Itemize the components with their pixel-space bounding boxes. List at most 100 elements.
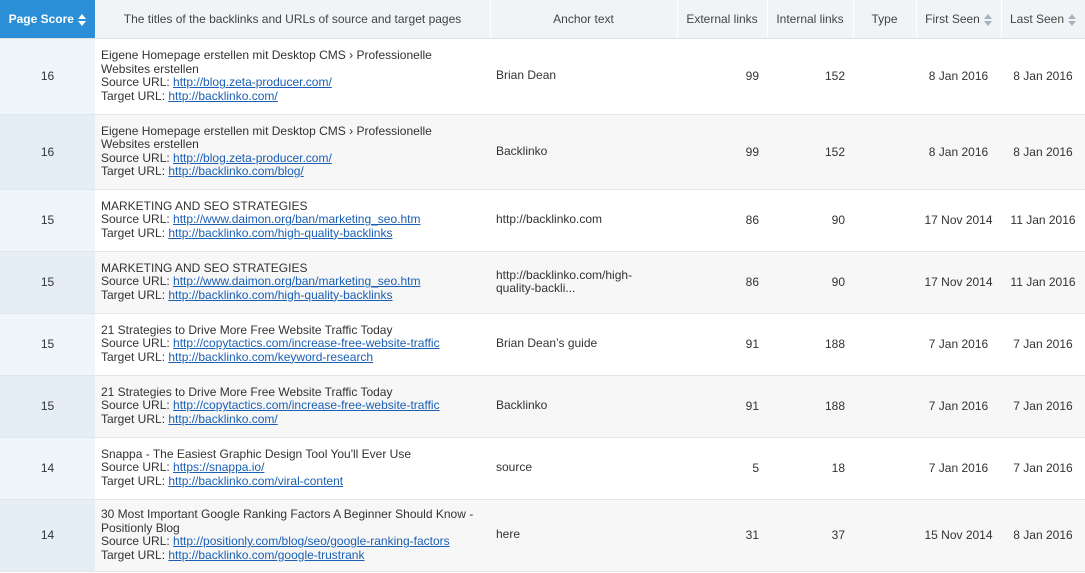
column-header-type: Type bbox=[853, 0, 917, 39]
target-url-label: Target URL: bbox=[101, 225, 169, 240]
page-score-cell: 16 bbox=[0, 114, 95, 190]
backlink-title: Eigene Homepage erstellen mit Desktop CM… bbox=[101, 48, 432, 62]
source-url-link[interactable]: http://copytactics.com/increase-free-web… bbox=[173, 398, 440, 413]
anchor-text-cell: Backlinko bbox=[490, 375, 677, 438]
column-header-label: External links bbox=[686, 11, 758, 26]
target-url-link[interactable]: http://backlinko.com/ bbox=[168, 412, 277, 426]
column-header-titles: The titles of the backlinks and URLs of … bbox=[95, 0, 491, 39]
source-url-link[interactable]: http://www.daimon.org/ban/marketing_seo.… bbox=[173, 212, 420, 227]
target-url-link[interactable]: http://backlinko.com/blog/ bbox=[168, 164, 303, 178]
anchor-text: Brian Dean bbox=[496, 68, 557, 83]
table-row: 15 MARKETING AND SEO STRATEGIES Source U… bbox=[0, 251, 1085, 314]
backlink-title: Snappa - The Easiest Graphic Design Tool… bbox=[101, 446, 412, 461]
source-url-label: Source URL: bbox=[101, 274, 174, 289]
anchor-text-cell: http://backlinko.com bbox=[490, 189, 677, 252]
title-cell: Eigene Homepage erstellen mit Desktop CM… bbox=[95, 38, 490, 115]
target-url-label: Target URL: bbox=[101, 164, 169, 178]
anchor-text-cell: here bbox=[490, 499, 677, 572]
sort-arrows-icon bbox=[77, 13, 86, 26]
column-header-label: Anchor text bbox=[553, 11, 614, 26]
column-header-label: Page Score bbox=[8, 11, 74, 26]
anchor-text-cell: source bbox=[490, 437, 677, 500]
target-url-link[interactable]: http://backlinko.com/high-quality-backli… bbox=[168, 288, 392, 302]
external-links-cell: 91 bbox=[677, 313, 767, 376]
page-score-cell: 14 bbox=[0, 499, 95, 572]
table-body: 16 Eigene Homepage erstellen mit Desktop… bbox=[0, 38, 1085, 572]
last-seen-cell: 11 Jan 2016 bbox=[1001, 251, 1085, 314]
last-seen-cell: 8 Jan 2016 bbox=[1001, 114, 1085, 190]
anchor-text: http://backlinko.com/high- bbox=[496, 267, 633, 282]
column-header-label: The titles of the backlinks and URLs of … bbox=[123, 11, 462, 26]
internal-links-cell: 18 bbox=[767, 437, 853, 500]
type-cell bbox=[853, 313, 916, 376]
target-url-link[interactable]: http://backlinko.com/google-trustrank bbox=[168, 548, 364, 562]
sort-arrows-icon bbox=[983, 13, 992, 26]
source-url-link[interactable]: http://blog.zeta-producer.com/ bbox=[173, 75, 332, 89]
column-header-label: Internal links bbox=[776, 11, 844, 26]
table-row: 15 21 Strategies to Drive More Free Webs… bbox=[0, 375, 1085, 438]
source-url-label: Source URL: bbox=[101, 534, 174, 548]
page-score-cell: 15 bbox=[0, 251, 95, 314]
title-cell: 21 Strategies to Drive More Free Website… bbox=[95, 313, 490, 376]
sort-arrows-icon bbox=[1068, 13, 1077, 26]
column-header-internal-links: Internal links bbox=[767, 0, 854, 39]
backlink-title-continued: Positionly Blog bbox=[101, 520, 180, 535]
target-url-label: Target URL: bbox=[101, 287, 169, 302]
target-url-link[interactable]: http://backlinko.com/high-quality-backli… bbox=[168, 226, 392, 240]
target-url-label: Target URL: bbox=[101, 88, 169, 103]
source-url-link[interactable]: http://www.daimon.org/ban/marketing_seo.… bbox=[173, 274, 420, 289]
target-url-label: Target URL: bbox=[101, 547, 169, 562]
anchor-text: Backlinko bbox=[496, 398, 548, 413]
backlink-title: 21 Strategies to Drive More Free Website… bbox=[101, 322, 393, 337]
title-cell: MARKETING AND SEO STRATEGIES Source URL:… bbox=[95, 189, 490, 252]
first-seen-cell: 7 Jan 2016 bbox=[916, 437, 1001, 500]
target-url-link[interactable]: http://backlinko.com/keyword-research bbox=[168, 350, 373, 364]
external-links-cell: 99 bbox=[677, 114, 767, 190]
last-seen-cell: 8 Jan 2016 bbox=[1001, 38, 1085, 115]
internal-links-cell: 188 bbox=[767, 375, 853, 438]
title-cell: Eigene Homepage erstellen mit Desktop CM… bbox=[95, 114, 490, 190]
title-cell: 21 Strategies to Drive More Free Website… bbox=[95, 375, 490, 438]
type-cell bbox=[853, 251, 916, 314]
target-url-link[interactable]: http://backlinko.com/ bbox=[168, 89, 277, 103]
column-header-page-score[interactable]: Page Score bbox=[0, 0, 96, 39]
anchor-text-cell: http://backlinko.com/high- quality-backl… bbox=[490, 251, 677, 314]
backlink-title: 21 Strategies to Drive More Free Website… bbox=[101, 384, 393, 399]
title-cell: 30 Most Important Google Ranking Factors… bbox=[95, 499, 490, 572]
anchor-text: Backlinko bbox=[496, 143, 548, 158]
type-cell bbox=[853, 189, 916, 252]
first-seen-cell: 7 Jan 2016 bbox=[916, 313, 1001, 376]
source-url-link[interactable]: http://copytactics.com/increase-free-web… bbox=[173, 336, 440, 351]
page-score-cell: 15 bbox=[0, 189, 95, 252]
source-url-label: Source URL: bbox=[101, 150, 174, 165]
table-row: 15 21 Strategies to Drive More Free Webs… bbox=[0, 313, 1085, 376]
table-row: 14 30 Most Important Google Ranking Fact… bbox=[0, 499, 1085, 572]
source-url-label: Source URL: bbox=[101, 75, 174, 89]
first-seen-cell: 15 Nov 2014 bbox=[916, 499, 1001, 572]
column-header-last-seen[interactable]: Last Seen bbox=[1001, 0, 1085, 39]
external-links-cell: 86 bbox=[677, 189, 767, 252]
external-links-cell: 99 bbox=[677, 38, 767, 115]
title-cell: Snappa - The Easiest Graphic Design Tool… bbox=[95, 437, 490, 500]
target-url-link[interactable]: http://backlinko.com/viral-content bbox=[168, 474, 343, 488]
source-url-link[interactable]: http://positionly.com/blog/seo/google-ra… bbox=[173, 534, 450, 548]
last-seen-cell: 7 Jan 2016 bbox=[1001, 375, 1085, 438]
table-header: Page Score The titles of the backlinks a… bbox=[0, 0, 1085, 39]
column-header-label: Type bbox=[871, 11, 898, 26]
external-links-cell: 5 bbox=[677, 437, 767, 500]
first-seen-cell: 7 Jan 2016 bbox=[916, 375, 1001, 438]
source-url-link[interactable]: https://snappa.io/ bbox=[173, 460, 264, 475]
anchor-text-cell: Brian Dean bbox=[490, 38, 677, 115]
type-cell bbox=[853, 114, 916, 190]
table-row: 16 Eigene Homepage erstellen mit Desktop… bbox=[0, 114, 1085, 190]
first-seen-cell: 17 Nov 2014 bbox=[916, 251, 1001, 314]
external-links-cell: 31 bbox=[677, 499, 767, 572]
internal-links-cell: 37 bbox=[767, 499, 853, 572]
type-cell bbox=[853, 499, 916, 572]
last-seen-cell: 7 Jan 2016 bbox=[1001, 313, 1085, 376]
internal-links-cell: 188 bbox=[767, 313, 853, 376]
anchor-text: source bbox=[496, 460, 533, 475]
source-url-link[interactable]: http://blog.zeta-producer.com/ bbox=[173, 151, 332, 165]
type-cell bbox=[853, 437, 916, 500]
column-header-first-seen[interactable]: First Seen bbox=[916, 0, 1002, 39]
